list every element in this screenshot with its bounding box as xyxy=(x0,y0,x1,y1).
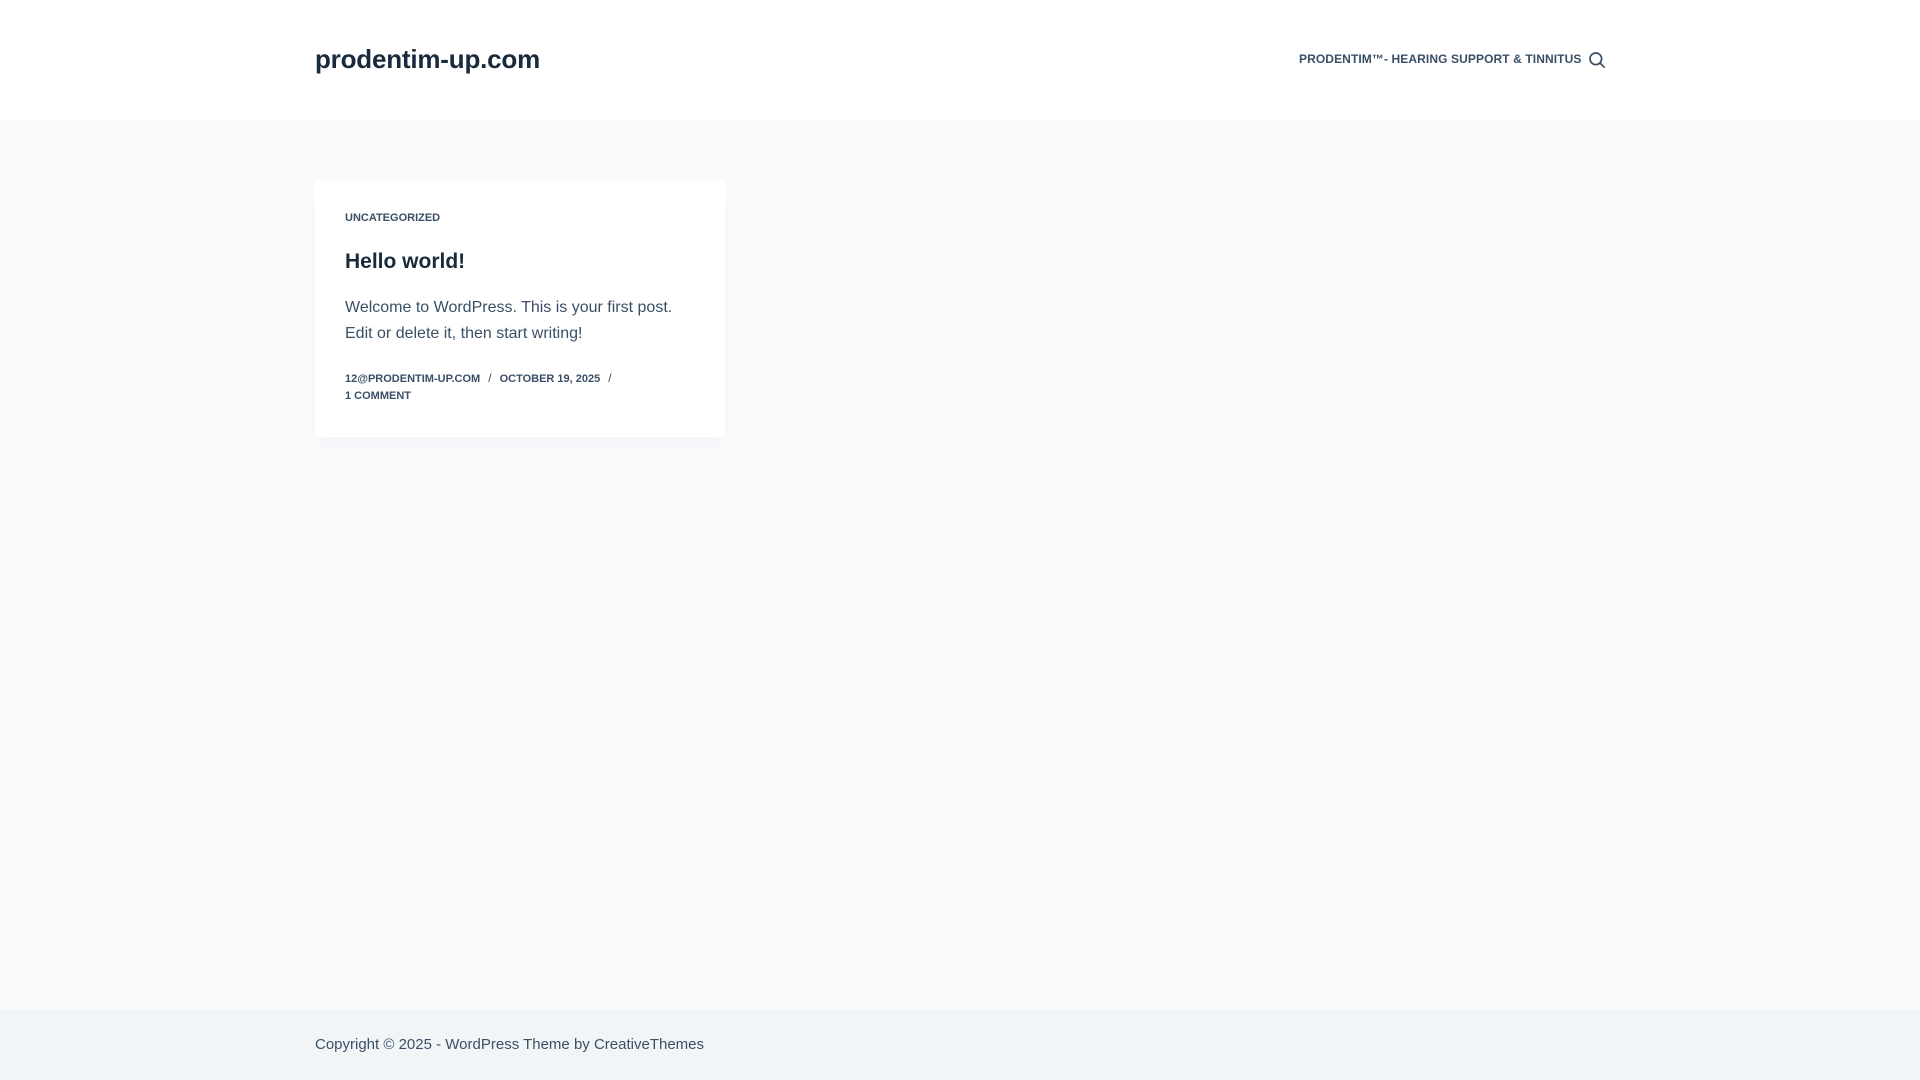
post-date: OCTOBER 19, 2025 xyxy=(499,373,601,385)
post-card: UNCATEGORIZED Hello world! Welcome to Wo… xyxy=(315,180,725,437)
copyright-text: Copyright © 2025 - WordPress Theme by Cr… xyxy=(315,1036,704,1053)
post-meta: 12@PRODENTIM-UP.COM / OCTOBER 19, 2025 / xyxy=(345,371,620,385)
main-content xyxy=(0,120,1920,1010)
site-title-link[interactable]: prodentim-up.com xyxy=(315,44,540,75)
site-footer: Copyright © 2025 - WordPress Theme by Cr… xyxy=(0,1010,1920,1080)
post-category-link[interactable]: UNCATEGORIZED xyxy=(345,212,440,224)
copyright-prefix: Copyright © 2025 - WordPress Theme by xyxy=(315,1036,594,1053)
post-comments-link[interactable]: 1 COMMENT xyxy=(345,390,411,402)
meta-separator: / xyxy=(608,371,612,385)
post-meta-comments: 1 COMMENT xyxy=(345,390,411,402)
nav-item-prodentim[interactable]: PRODENTIM™- HEARING SUPPORT & TINNITUS xyxy=(1299,52,1581,66)
post-author-link[interactable]: 12@PRODENTIM-UP.COM xyxy=(345,373,480,385)
search-icon[interactable] xyxy=(1588,51,1606,69)
meta-separator: / xyxy=(488,371,492,385)
post-excerpt: Welcome to WordPress. This is your first… xyxy=(345,299,673,342)
site-header: prodentim-up.com PRODENTIM™- HEARING SUP… xyxy=(0,0,1920,120)
creativethemes-link[interactable]: CreativeThemes xyxy=(594,1036,704,1053)
post-title-link[interactable]: Hello world! xyxy=(345,250,465,274)
